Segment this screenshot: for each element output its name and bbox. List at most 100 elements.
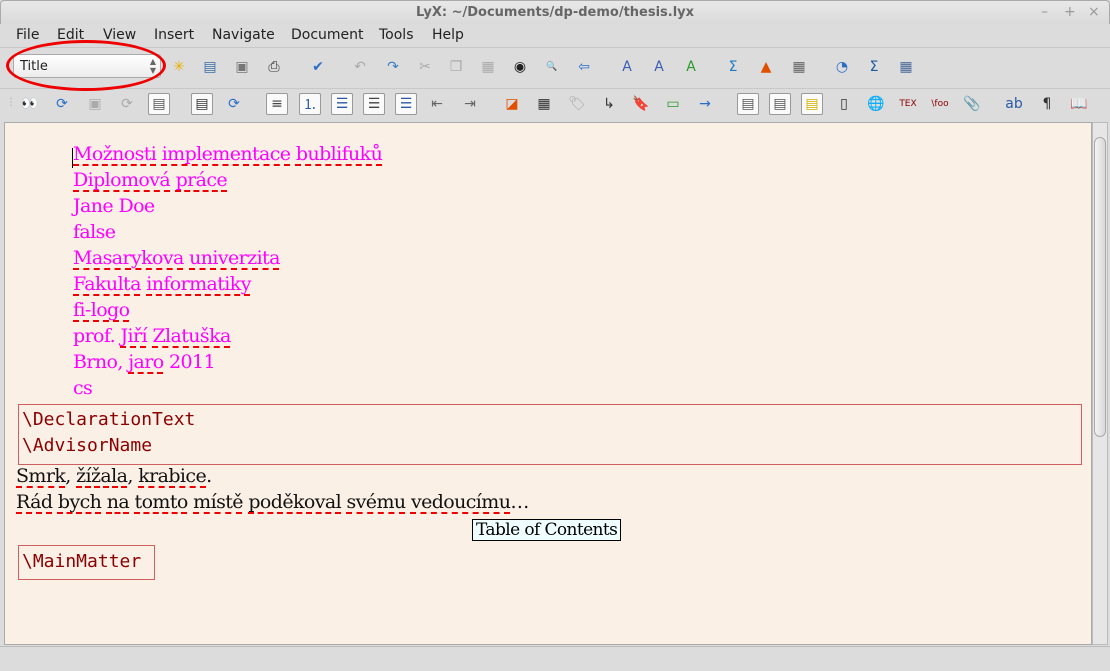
menu-file[interactable]: File [16,27,39,43]
bookmark-icon[interactable]: 🔖 [630,93,652,115]
menu-edit[interactable]: Edit [57,27,84,43]
navigator-icon[interactable]: ◔ [831,56,853,78]
text-line: Rád bych na tomto místě poděkoval svému … [16,491,529,513]
misspelled-word: na [106,491,130,513]
float-table-icon[interactable]: ▦ [533,93,555,115]
find-replace-icon[interactable]: ◉ [509,56,531,78]
menu-navigate[interactable]: Navigate [212,27,275,43]
new-document-icon[interactable]: ✳ [168,56,190,78]
misspelled-word: bych [57,491,102,513]
itemize-icon[interactable]: ☰ [331,93,353,115]
ert-line: \DeclarationText [22,409,196,430]
misspelled-word: práce [175,169,228,191]
misspelled-word: Fakulta [73,273,141,295]
math-icon[interactable]: Σ [722,56,744,78]
text-segment: , [127,465,139,487]
text-line: Možnosti implementace bublifuků [73,143,383,165]
text-segment: false [73,221,116,243]
menu-tools[interactable]: Tools [379,27,414,43]
standard-toolbar: ✳ ▤ ▣ ⎙ ✔ ↶ ↷ ✂ ❐ ▦ ◉ 🔍 ⇦ A A A Σ ▲ ▦ ◔ Σ ▦ [0,47,1110,87]
misspelled-word: Rád [16,491,53,513]
float-figure-icon[interactable]: ◪ [501,93,523,115]
insert-graphics-icon[interactable]: ▲ [755,56,777,78]
update-master-icon[interactable]: ⟳ [116,93,138,115]
menu-help[interactable]: Help [432,27,464,43]
text-segment: prof. [73,325,121,347]
misspelled-word: Diplomová [73,169,171,191]
list-icon[interactable]: ☰ [395,93,417,115]
ert-inset-declaration[interactable]: \DeclarationText \AdvisorName [18,404,1082,465]
misspelled-word: poděkoval [248,491,342,513]
navigate-back-icon[interactable]: ⇦ [573,56,595,78]
spinner-arrows-icon: ▲ ▼ [149,57,156,75]
view-master-icon[interactable]: ▣ [84,93,106,115]
menu-bar: File Edit View Insert Navigate Document … [0,24,1110,46]
note-icon[interactable]: ▤ [801,93,823,115]
spellcheck-icon[interactable]: ✔ [307,56,329,78]
text-segment: Jane Doe [73,195,155,217]
search-icon[interactable]: 🔍 [541,56,563,78]
view-other-icon[interactable]: ▤ [191,93,213,115]
minimize-button[interactable]: – [1041,4,1048,20]
hyperlink-icon[interactable]: 🌐 [865,93,887,115]
menu-insert[interactable]: Insert [154,27,194,43]
nomenclature-icon[interactable]: → [694,93,716,115]
font-style-icon[interactable]: ab [1003,93,1025,115]
noun-icon[interactable]: A [648,56,670,78]
view-icon[interactable]: 👀 [19,93,41,115]
text-line: prof. Jiří Zlatuška [73,325,231,347]
paste-icon[interactable]: ▦ [477,56,499,78]
misspelled-word: bublifuků [295,143,383,165]
open-document-icon[interactable]: ▤ [199,56,221,78]
table-panel-icon[interactable]: ▦ [895,56,917,78]
tex-code-icon[interactable]: TEX [897,93,919,115]
insert-table-icon[interactable]: ▦ [788,56,810,78]
copy-icon[interactable]: ❐ [445,56,467,78]
depth-increase-icon[interactable]: ⇥ [459,93,481,115]
box-icon[interactable]: ▯ [833,93,855,115]
label-icon[interactable]: 🏷 [566,93,588,115]
text-segment: 2011 [163,351,216,373]
maximize-button[interactable]: + [1064,4,1076,20]
undo-icon[interactable]: ↶ [349,56,371,78]
math-macro-icon[interactable]: \foo [929,93,951,115]
paragraph-layout-select[interactable]: Title ▲ ▼ [13,54,161,78]
enumerate-icon[interactable]: ⒈ [299,93,321,115]
vertical-scrollbar[interactable] [1092,122,1108,645]
toc-inset[interactable]: Table of Contents [472,519,622,541]
description-icon[interactable]: ☰ [363,93,385,115]
paragraph-settings-icon[interactable]: ¶ [1036,93,1058,115]
toggle-toc-icon[interactable]: 📖 [1068,93,1090,115]
misspelled-word: Zlatuška [152,325,231,347]
update-other-icon[interactable]: ⟳ [223,93,245,115]
toolbar-grip[interactable]: ⋮ [6,97,16,108]
math-panel-icon[interactable]: Σ [863,56,885,78]
footnote-icon[interactable]: ▤ [737,93,759,115]
cross-reference-icon[interactable]: ↳ [598,93,620,115]
attach-icon[interactable]: 📎 [961,93,983,115]
save-icon[interactable]: ▣ [231,56,253,78]
index-entry-icon[interactable]: ▭ [662,93,684,115]
misspelled-word: Smrk [16,465,66,487]
menu-document[interactable]: Document [291,27,364,43]
text-line: cs [73,377,93,399]
text-line: false [73,221,116,243]
misspelled-word: jaro [128,351,164,373]
text-segment: Brno, [73,351,129,373]
export-icon[interactable]: ▤ [148,93,170,115]
depth-decrease-icon[interactable]: ⇤ [426,93,448,115]
apply-style-icon[interactable]: A [680,56,702,78]
cut-icon[interactable]: ✂ [414,56,436,78]
ert-inset-mainmatter[interactable]: \MainMatter [18,545,155,580]
paragraph-standard-icon[interactable]: ≡ [266,93,288,115]
menu-view[interactable]: View [103,27,136,43]
scrollbar-thumb[interactable] [1094,137,1106,437]
print-icon[interactable]: ⎙ [263,56,285,78]
document-editor[interactable]: Možnosti implementace bublifuků Diplomová… [4,122,1092,645]
emphasis-icon[interactable]: A [616,56,638,78]
window-title: LyX: ~/Documents/dp-demo/thesis.lyx [415,5,695,20]
update-icon[interactable]: ⟳ [51,93,73,115]
margin-note-icon[interactable]: ▤ [769,93,791,115]
close-button[interactable]: × [1088,4,1100,20]
redo-icon[interactable]: ↷ [382,56,404,78]
